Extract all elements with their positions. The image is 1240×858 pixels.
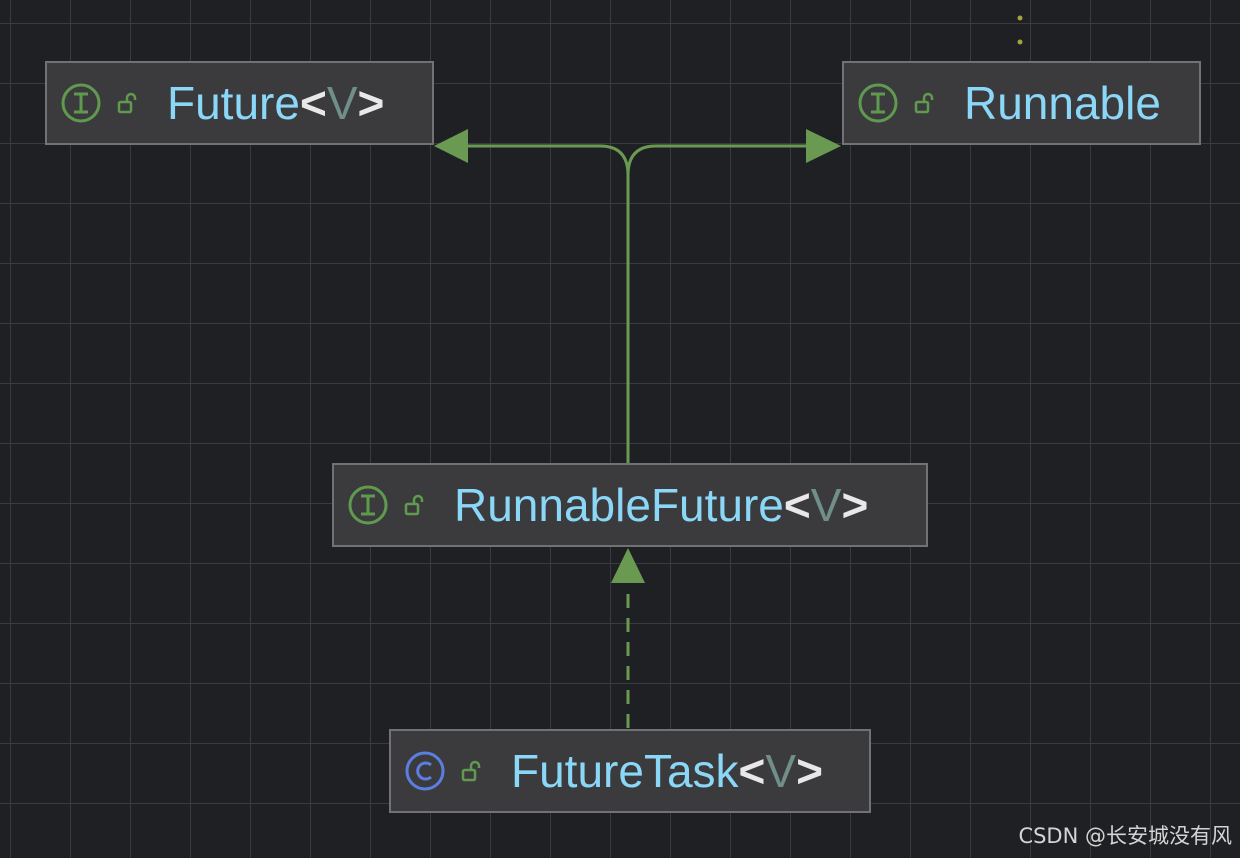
arrowhead-runnablefuture [611,548,645,583]
node-future-task-label: FutureTask<V> [511,745,823,797]
watermark: CSDN @长安城没有风 [1018,824,1232,848]
arrowhead-future [434,129,468,163]
edge-runnablefuture-to-future [468,144,630,463]
open-lock-icon [914,92,934,114]
open-lock-icon [404,494,424,516]
node-runnable-future[interactable]: RunnableFuture<V> [332,463,928,547]
node-runnable-future-label: RunnableFuture<V> [454,479,869,531]
edge-runnablefuture-to-runnable [626,144,806,176]
interface-icon [61,83,101,123]
arrowhead-runnable [806,129,841,163]
interface-icon [348,485,388,525]
open-lock-icon [461,760,481,782]
class-icon [405,751,445,791]
node-runnable[interactable]: Runnable [842,61,1201,145]
node-future[interactable]: Future<V> [45,61,434,145]
overflow-dots-icon [1017,15,1023,45]
open-lock-icon [117,92,137,114]
node-future-task[interactable]: FutureTask<V> [389,729,871,813]
node-runnable-label: Runnable [964,77,1161,129]
interface-icon [858,83,898,123]
node-future-label: Future<V> [167,77,385,129]
